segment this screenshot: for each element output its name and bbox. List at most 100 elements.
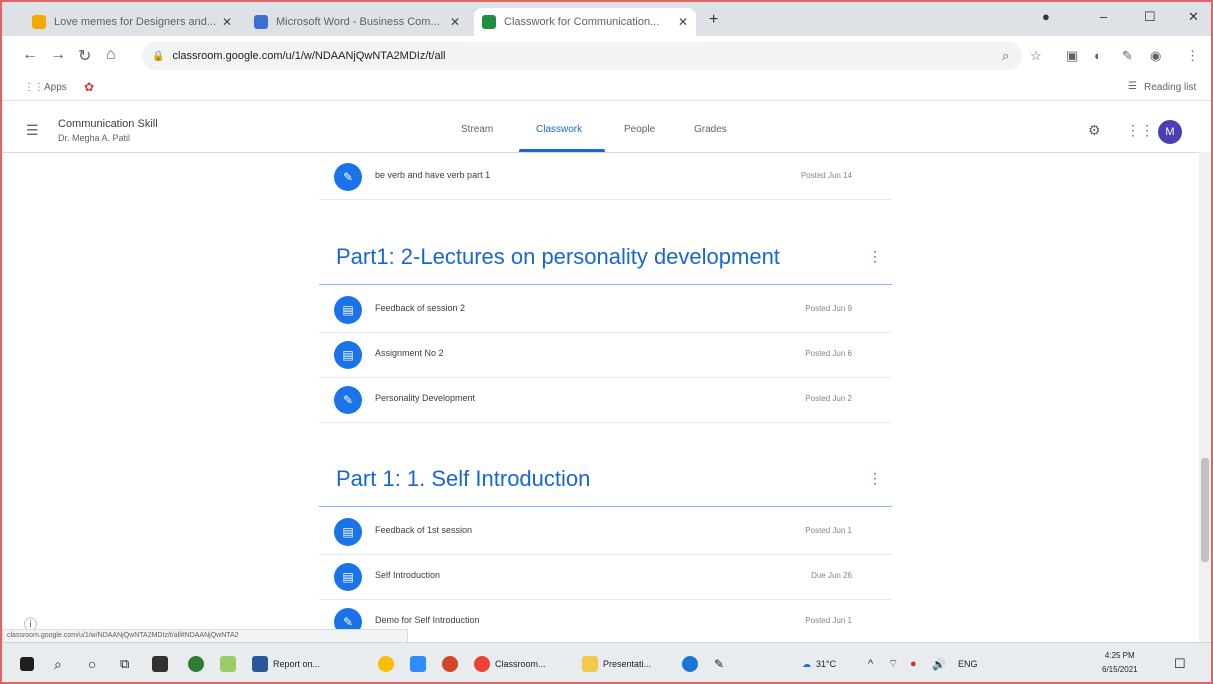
profile-icon[interactable]: ◉ bbox=[1150, 48, 1161, 64]
topic-title: Part1: 2-Lectures on personality develop… bbox=[336, 244, 780, 269]
time: 4:25 PM bbox=[1104, 651, 1135, 660]
bookmarks-bar: ⋮⋮ Apps ✿ ☰ Reading list bbox=[2, 76, 1211, 101]
weather-icon: ☁ bbox=[802, 658, 811, 669]
account-circle-icon[interactable]: ● bbox=[1042, 9, 1050, 24]
reload-icon[interactable]: ↻ bbox=[78, 46, 91, 66]
powerpoint-icon[interactable] bbox=[442, 655, 458, 673]
tab-favicon-icon bbox=[32, 15, 46, 29]
chrome-icon[interactable] bbox=[378, 655, 394, 673]
tab-strip: Love memes for Designers and... ✕ Micros… bbox=[2, 2, 1211, 36]
tab-grades[interactable]: Grades bbox=[694, 124, 727, 135]
topic-more-icon[interactable]: ⋮ bbox=[868, 248, 882, 265]
tab-stream[interactable]: Stream bbox=[461, 124, 493, 135]
item-title: be verb and have verb part 1 bbox=[375, 170, 491, 180]
item-date: Due Jun 26 bbox=[811, 571, 852, 580]
chrome-icon bbox=[474, 656, 490, 672]
tray-chevron-icon[interactable]: ^ bbox=[868, 655, 873, 673]
reading-list-button[interactable]: Reading list bbox=[1144, 82, 1196, 93]
tab-close-icon[interactable]: ✕ bbox=[450, 15, 460, 29]
start-button[interactable] bbox=[20, 655, 34, 673]
bookmark-star-icon[interactable]: ☆ bbox=[1030, 48, 1042, 64]
taskbar-item-presentation[interactable]: Presentati... bbox=[582, 655, 651, 673]
browser-tab-2[interactable]: Classwork for Communication... ✕ bbox=[474, 8, 696, 36]
extension-3-icon[interactable]: ✎ bbox=[1122, 48, 1133, 64]
cortana-icon[interactable]: ○ bbox=[88, 655, 96, 673]
zoom-icon[interactable]: ⌕ bbox=[1002, 48, 1009, 64]
extension-icon[interactable]: ▣ bbox=[1066, 48, 1078, 64]
minimize-button[interactable]: – bbox=[1100, 9, 1107, 24]
tab-close-icon[interactable]: ✕ bbox=[222, 15, 232, 29]
material-icon: ▤ bbox=[334, 341, 362, 369]
close-button[interactable]: ✕ bbox=[1188, 9, 1199, 25]
lock-icon: 🔒 bbox=[152, 50, 165, 62]
apps-bookmark[interactable]: Apps bbox=[44, 82, 67, 93]
zoom-app-icon[interactable] bbox=[410, 655, 426, 673]
item-title: Demo for Self Introduction bbox=[375, 615, 480, 625]
forward-arrow-icon[interactable]: → bbox=[50, 46, 66, 64]
date: 6/15/2021 bbox=[1102, 665, 1138, 674]
item-date: Posted Jun 1 bbox=[805, 526, 852, 535]
tab-title: Classwork for Communication... bbox=[504, 16, 660, 28]
taskbar-item-label: Presentati... bbox=[603, 659, 652, 669]
bookmark-favicon-icon[interactable]: ✿ bbox=[84, 80, 94, 94]
scrollbar-thumb[interactable] bbox=[1201, 458, 1209, 562]
hamburger-menu-icon[interactable]: ☰ bbox=[26, 122, 39, 139]
network-icon[interactable]: ⌔ bbox=[888, 655, 898, 673]
tab-close-icon[interactable]: ✕ bbox=[678, 15, 688, 29]
url-text: classroom.google.com/u/1/w/NDAANjQwNTA2M… bbox=[172, 50, 446, 62]
assignment-icon: ✎ bbox=[334, 386, 362, 414]
list-item[interactable]: ✎ Personality Development Posted Jun 2 bbox=[319, 378, 892, 423]
tab-favicon-icon bbox=[482, 15, 496, 29]
browser-tab-0[interactable]: Love memes for Designers and... ✕ bbox=[24, 8, 240, 36]
apps-grid-icon[interactable]: ⋮⋮ bbox=[24, 82, 44, 93]
notification-icon[interactable]: ☐ bbox=[1174, 655, 1186, 673]
browser-window: Love memes for Designers and... ✕ Micros… bbox=[0, 0, 1213, 684]
item-date: Posted Jun 9 bbox=[805, 304, 852, 313]
tab-classwork[interactable]: Classwork bbox=[536, 124, 582, 135]
class-name[interactable]: Communication Skill bbox=[58, 118, 158, 130]
tab-people[interactable]: People bbox=[624, 124, 655, 135]
back-arrow-icon[interactable]: ← bbox=[22, 46, 38, 64]
scrollbar[interactable] bbox=[1199, 152, 1211, 642]
tab-title: Microsoft Word - Business Com... bbox=[276, 16, 440, 28]
list-item[interactable]: ▤ Feedback of 1st session Posted Jun 1 bbox=[319, 510, 892, 555]
volume-icon[interactable]: 🔊 bbox=[932, 655, 946, 673]
weather-widget[interactable]: ☁ 31°C bbox=[802, 655, 836, 673]
search-icon[interactable]: ⌕ bbox=[54, 655, 62, 673]
reading-list-icon[interactable]: ☰ bbox=[1128, 81, 1137, 92]
assignment-icon: ✎ bbox=[334, 163, 362, 191]
app-icon[interactable] bbox=[188, 655, 204, 673]
app-icon[interactable] bbox=[220, 655, 236, 673]
list-item[interactable]: ▤ Feedback of session 2 Posted Jun 9 bbox=[319, 288, 892, 333]
item-title: Personality Development bbox=[375, 393, 476, 403]
browser-tab-1[interactable]: Microsoft Word - Business Com... ✕ bbox=[246, 8, 468, 36]
address-bar[interactable]: 🔒 classroom.google.com/u/1/w/NDAANjQwNTA… bbox=[142, 42, 1022, 70]
app-tray-icon[interactable]: ● bbox=[910, 655, 917, 673]
new-tab-button[interactable]: + bbox=[709, 11, 718, 29]
item-date: Posted Jun 6 bbox=[805, 349, 852, 358]
taskbar-item-word[interactable]: Report on... bbox=[252, 655, 320, 673]
list-item[interactable]: ✎ be verb and have verb part 1 Posted Ju… bbox=[319, 155, 892, 200]
list-item[interactable]: ▤ Self Introduction Due Jun 26 bbox=[319, 555, 892, 600]
tab-favicon-icon bbox=[254, 15, 268, 29]
list-item[interactable]: ▤ Assignment No 2 Posted Jun 6 bbox=[319, 333, 892, 378]
browser-toolbar: ← → ↻ ⌂ 🔒 classroom.google.com/u/1/w/NDA… bbox=[2, 36, 1211, 76]
item-title: Feedback of 1st session bbox=[375, 525, 473, 535]
task-view-icon[interactable]: ⧉ bbox=[120, 655, 129, 673]
maximize-button[interactable]: ☐ bbox=[1144, 9, 1156, 25]
topic-more-icon[interactable]: ⋮ bbox=[868, 470, 882, 487]
app-icon[interactable] bbox=[682, 655, 698, 673]
settings-gear-icon[interactable]: ⚙ bbox=[1088, 122, 1101, 139]
store-icon[interactable] bbox=[152, 655, 168, 673]
material-icon: ▤ bbox=[334, 296, 362, 324]
item-title: Self Introduction bbox=[375, 570, 441, 580]
menu-kebab-icon[interactable]: ⋮ bbox=[1186, 48, 1199, 64]
home-icon[interactable]: ⌂ bbox=[106, 46, 116, 64]
language-indicator[interactable]: ENG bbox=[958, 655, 978, 673]
topic-divider bbox=[319, 284, 892, 285]
pen-icon[interactable]: ✎ bbox=[714, 655, 724, 673]
avatar[interactable]: M bbox=[1158, 120, 1182, 144]
clock[interactable]: 4:25 PM 6/15/2021 bbox=[1102, 649, 1138, 677]
taskbar-item-classroom[interactable]: Classroom... bbox=[474, 655, 546, 673]
extension-2-icon[interactable]: ◐ bbox=[1094, 48, 1102, 63]
